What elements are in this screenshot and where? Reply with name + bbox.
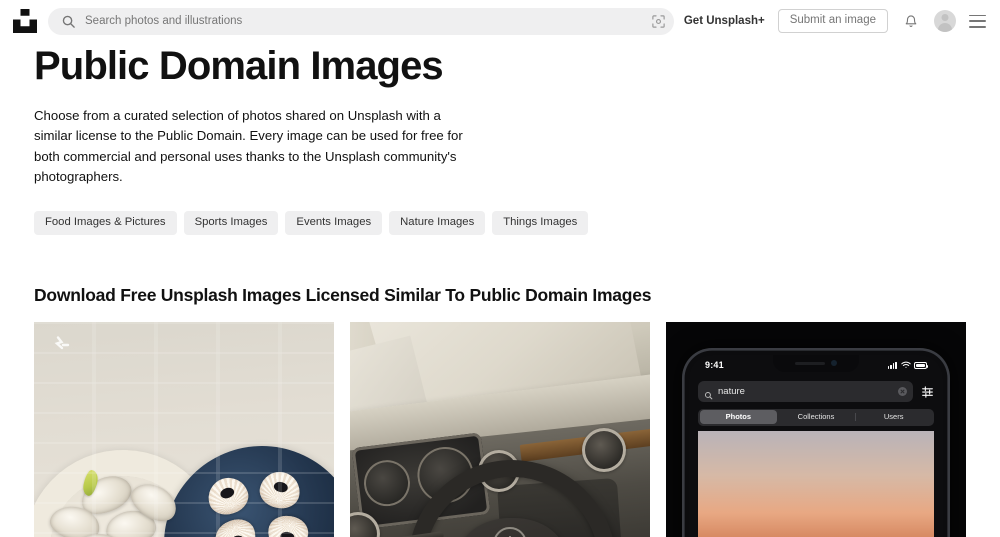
app-search-row: nature (698, 380, 934, 402)
tag-chip[interactable]: Food Images & Pictures (34, 210, 177, 235)
header-nav-right: Get Unsplash+ Submit an image (684, 8, 986, 34)
clear-icon[interactable] (898, 386, 907, 396)
page-content: Public Domain Images Choose from a curat… (0, 42, 1000, 537)
app-search-value: nature (718, 385, 745, 397)
battery-icon (914, 362, 929, 369)
app-result-photo-sunset[interactable] (698, 430, 934, 537)
filter-sliders-icon[interactable] (921, 385, 934, 398)
site-header: Get Unsplash+ Submit an image (0, 0, 1000, 42)
photo-mercedes-interior (350, 321, 650, 537)
photo-phone-unsplash-app: 9:41 nature Photos Collections Users (666, 321, 966, 537)
search-icon (61, 14, 76, 29)
avatar[interactable] (934, 10, 956, 32)
wifi-icon (900, 356, 911, 374)
bell-icon[interactable] (901, 11, 921, 31)
search-icon (704, 387, 713, 400)
status-icons (887, 356, 929, 374)
air-vent (582, 427, 626, 472)
status-time: 9:41 (705, 360, 724, 371)
hamburger-menu-icon[interactable] (969, 14, 986, 28)
phone-status-bar: 9:41 (689, 357, 943, 374)
site-search[interactable] (48, 7, 674, 35)
get-unsplash-plus-link[interactable]: Get Unsplash+ (684, 15, 765, 27)
visual-search-icon[interactable] (649, 12, 668, 31)
unsplash-logo-icon[interactable] (12, 8, 38, 34)
tab-photos[interactable]: Photos (699, 410, 778, 425)
section-title: Download Free Unsplash Images Licensed S… (34, 284, 652, 305)
app-search-field[interactable]: nature (698, 380, 913, 402)
photo-card-food[interactable] (34, 321, 334, 537)
watermark-pattern (34, 321, 334, 537)
related-tags: Food Images & Pictures Sports Images Eve… (34, 210, 966, 235)
phone-screen: 9:41 nature Photos Collections Users (689, 354, 943, 537)
tag-chip[interactable]: Things Images (492, 210, 589, 235)
app-tab-bar: Photos Collections Users (698, 408, 934, 426)
tag-chip[interactable]: Events Images (285, 210, 383, 235)
photo-card-car[interactable] (350, 321, 650, 537)
photo-card-phone[interactable]: 9:41 nature Photos Collections Users (666, 321, 966, 537)
tab-collections[interactable]: Collections (777, 410, 855, 424)
tab-users[interactable]: Users (854, 410, 933, 424)
watermark-mark (50, 332, 74, 356)
photo-grid: 9:41 nature Photos Collections Users (34, 321, 966, 537)
submit-an-image-button[interactable]: Submit an image (777, 8, 888, 34)
tag-chip[interactable]: Nature Images (389, 210, 486, 235)
page-title: Public Domain Images (34, 44, 444, 88)
phone-body: 9:41 nature Photos Collections Users (682, 347, 950, 537)
search-input[interactable] (85, 7, 649, 35)
photo-food-oysters (34, 321, 334, 537)
page-description: Choose from a curated selection of photo… (34, 107, 463, 185)
cellular-signal-icon (887, 361, 897, 369)
tag-chip[interactable]: Sports Images (183, 210, 279, 235)
